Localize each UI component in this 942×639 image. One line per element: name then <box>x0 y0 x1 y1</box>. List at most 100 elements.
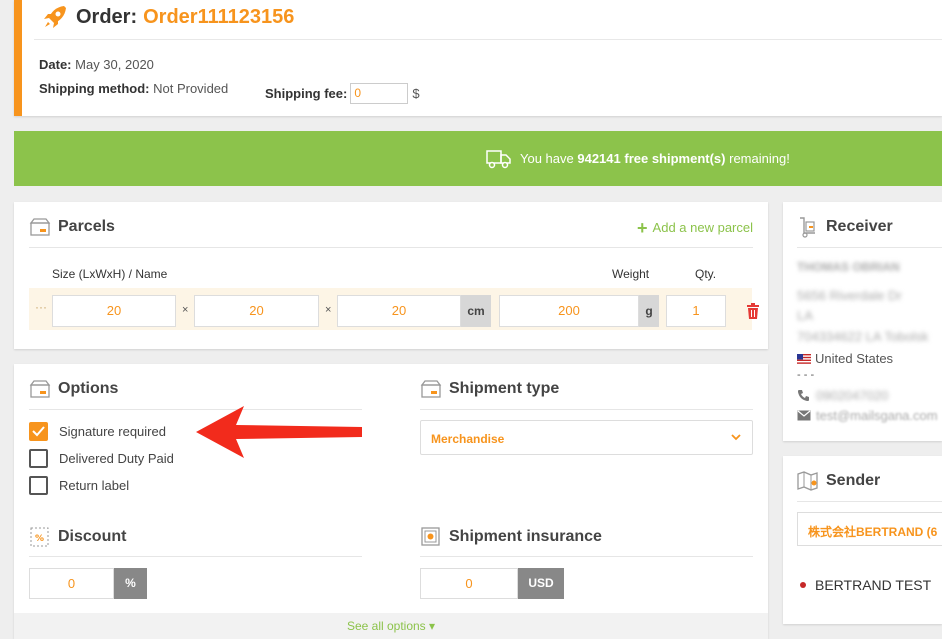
discount-title: Discount <box>58 528 127 545</box>
checkbox-box[interactable] <box>29 476 48 495</box>
receiver-phone-value: 0902047020 <box>816 388 889 403</box>
box-icon <box>420 380 442 398</box>
sender-heading: Sender <box>797 470 880 492</box>
receiver-email-value: test@mailsgana.com <box>816 408 938 423</box>
add-parcel-button[interactable]: + Add a new parcel <box>637 217 753 238</box>
order-title: Order: Order111123156 <box>42 4 294 30</box>
receiver-country: United States <box>797 351 893 366</box>
shipping-method: Shipping method: Not Provided <box>39 81 228 96</box>
map-icon <box>797 471 818 491</box>
shipment-type-heading: Shipment type <box>420 378 559 400</box>
divider <box>34 39 942 40</box>
banner-prefix: You have <box>520 151 578 166</box>
receiver-panel: Receiver THOMAS OBRIAN 5656 Riverdale Dr… <box>783 202 942 441</box>
us-flag-icon <box>797 353 811 364</box>
return-label-checkbox[interactable]: Return label <box>29 476 129 495</box>
receiver-heading: Receiver <box>797 216 893 238</box>
date-label: Date: <box>39 57 72 72</box>
receiver-email: test@mailsgana.com <box>797 408 938 423</box>
sender-name: BERTRAND TEST <box>797 577 931 593</box>
dim-unit: cm <box>461 295 491 327</box>
phone-icon <box>798 390 809 401</box>
box-icon <box>29 218 51 236</box>
options-panel: Options Signature required Delivered Dut… <box>14 364 768 639</box>
box-icon <box>29 380 51 398</box>
shipping-fee-input[interactable]: 0 <box>350 83 409 104</box>
shipping-method-value: Not Provided <box>153 81 229 96</box>
insurance-input[interactable]: 0 <box>420 568 518 599</box>
parcels-panel: Parcels + Add a new parcel Size (LxWxH) … <box>14 202 768 349</box>
add-parcel-label: Add a new parcel <box>652 220 753 235</box>
banner-text: You have 942141 free shipment(s) remaini… <box>520 151 790 166</box>
truck-icon <box>486 150 511 169</box>
options-heading: Options <box>29 378 118 400</box>
checkbox-box[interactable] <box>29 449 48 468</box>
shipping-method-label: Shipping method: <box>39 81 150 96</box>
width-input[interactable]: 20 <box>194 295 319 327</box>
receiver-address-line-2: LA <box>797 308 813 323</box>
weight-unit: g <box>639 295 659 327</box>
shipment-type-select[interactable]: Merchandise <box>420 420 753 455</box>
see-all-options-link[interactable]: See all options ▾ <box>14 613 768 639</box>
parcel-row: ··· 20 × 20 × 20 cm 200 g 1 <box>29 288 759 330</box>
times-sign: × <box>182 304 189 316</box>
divider <box>797 501 942 502</box>
divider <box>797 247 942 248</box>
weight-input[interactable]: 200 <box>499 295 639 327</box>
checkbox-label: Delivered Duty Paid <box>59 451 174 466</box>
drag-handle[interactable]: ··· <box>35 300 47 314</box>
insurance-title: Shipment insurance <box>449 528 602 545</box>
banner-suffix: remaining! <box>725 151 790 166</box>
discount-input[interactable]: 0 <box>29 568 114 599</box>
sender-name-value: BERTRAND TEST <box>815 577 932 593</box>
col-weight-label: Weight <box>612 267 650 281</box>
receiver-address-line-1: 5656 Riverdale Dr <box>797 288 902 303</box>
divider <box>29 556 362 557</box>
checkbox-label: Signature required <box>59 424 166 439</box>
receiver-phone: 0902047020 <box>797 388 888 403</box>
parcels-title: Parcels <box>58 218 115 235</box>
red-arrow-annotation <box>196 406 362 458</box>
safe-icon <box>421 527 440 546</box>
receiver-address-line-3: 704334622 LA Tobolsk <box>797 329 929 344</box>
times-sign: × <box>325 304 332 316</box>
signature-required-checkbox[interactable]: Signature required <box>29 422 166 441</box>
currency-symbol: $ <box>412 86 420 101</box>
svg-text:%: % <box>35 534 44 544</box>
order-title-label: Order: <box>76 5 138 28</box>
qty-input[interactable]: 1 <box>666 295 726 327</box>
date-value: May 30, 2020 <box>75 57 154 72</box>
chevron-down-icon <box>731 434 741 441</box>
banner-count: 942141 <box>577 151 621 166</box>
japan-flag-icon <box>797 580 809 590</box>
receiver-country-name: United States <box>815 351 894 366</box>
shipment-type-title: Shipment type <box>449 380 560 397</box>
divider <box>29 247 753 248</box>
height-input[interactable]: 20 <box>337 295 461 327</box>
check-icon <box>32 426 45 437</box>
parcels-heading: Parcels <box>29 216 115 238</box>
receiver-separator: - - - <box>797 369 815 381</box>
sender-title: Sender <box>826 472 881 489</box>
length-input[interactable]: 20 <box>52 295 176 327</box>
col-qty-label: Qty. <box>695 267 717 281</box>
insurance-heading: Shipment insurance <box>420 526 602 548</box>
sender-select[interactable]: 株式会社BERTRAND (6 <box>797 512 942 546</box>
order-number: Order111123156 <box>143 5 295 28</box>
checkbox-box[interactable] <box>29 422 48 441</box>
hand-truck-icon <box>800 217 815 238</box>
shipping-fee: Shipping fee: 0 $ <box>265 83 420 104</box>
free-shipments-banner: You have 942141 free shipment(s) remaini… <box>14 131 942 186</box>
discount-heading: % Discount <box>29 526 126 548</box>
sender-panel: Sender 株式会社BERTRAND (6 BERTRAND TEST <box>783 456 942 624</box>
discount-unit: % <box>114 568 147 599</box>
delivered-duty-paid-checkbox[interactable]: Delivered Duty Paid <box>29 449 174 468</box>
plus-icon: + <box>637 217 648 238</box>
trash-icon[interactable] <box>746 303 760 319</box>
order-date: Date: May 30, 2020 <box>39 57 154 72</box>
envelope-icon <box>797 410 811 421</box>
checkbox-label: Return label <box>59 478 130 493</box>
shipping-fee-label: Shipping fee: <box>265 86 348 101</box>
col-size-label: Size (LxWxH) / Name <box>52 267 168 281</box>
divider <box>420 409 753 410</box>
